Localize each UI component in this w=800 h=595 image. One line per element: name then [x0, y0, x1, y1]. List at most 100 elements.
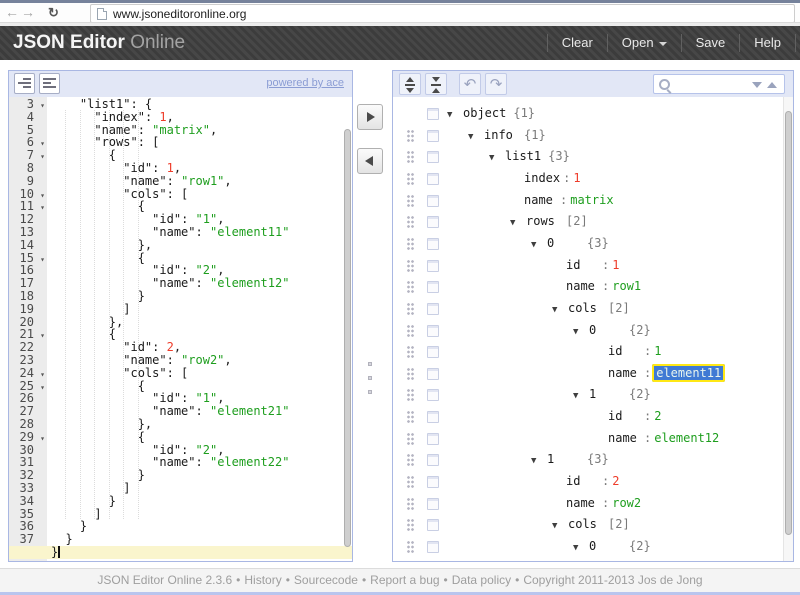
drag-handle-icon[interactable]: [407, 216, 415, 228]
drag-handle-icon[interactable]: [407, 411, 415, 423]
node-action-checkbox[interactable]: [427, 498, 439, 510]
drag-handle-icon[interactable]: [407, 303, 415, 315]
powered-by-ace-link[interactable]: powered by ace: [266, 77, 344, 89]
node-action-checkbox[interactable]: [427, 238, 439, 250]
node-action-checkbox[interactable]: [427, 325, 439, 337]
node-field[interactable]: index: [524, 170, 560, 186]
drag-handle-icon[interactable]: [407, 541, 415, 553]
node-field[interactable]: 1: [589, 386, 622, 402]
tree-scrollbar[interactable]: [785, 111, 792, 535]
forward-icon[interactable]: →: [21, 3, 35, 22]
clear-button[interactable]: Clear: [547, 34, 607, 52]
collapse-triangle-icon[interactable]: ▼: [531, 453, 547, 469]
node-field[interactable]: 0: [589, 322, 622, 338]
node-action-checkbox[interactable]: [427, 303, 439, 315]
node-field[interactable]: rows: [526, 213, 559, 229]
node-action-checkbox[interactable]: [427, 151, 439, 163]
node-action-checkbox[interactable]: [427, 389, 439, 401]
node-field[interactable]: name: [566, 495, 599, 511]
node-value[interactable]: 1: [612, 258, 619, 272]
collapse-triangle-icon[interactable]: ▼: [573, 540, 589, 556]
node-action-checkbox[interactable]: [427, 260, 439, 272]
node-action-checkbox[interactable]: [427, 519, 439, 531]
node-action-checkbox[interactable]: [427, 433, 439, 445]
copy-to-right-button[interactable]: [357, 104, 383, 130]
node-action-checkbox[interactable]: [427, 411, 439, 423]
node-field[interactable]: list1: [505, 148, 541, 164]
drag-handle-icon[interactable]: [407, 498, 415, 510]
help-button[interactable]: Help: [739, 34, 796, 52]
collapse-triangle-icon[interactable]: ▼: [531, 237, 547, 253]
node-action-checkbox[interactable]: [427, 216, 439, 228]
node-value[interactable]: 1: [573, 171, 580, 185]
node-action-checkbox[interactable]: [427, 368, 439, 380]
back-icon[interactable]: ←: [5, 3, 19, 22]
editor-scrollbar[interactable]: [344, 129, 351, 547]
footer-link[interactable]: History: [244, 573, 281, 587]
node-field[interactable]: id: [566, 257, 599, 273]
drag-handle-icon[interactable]: [407, 238, 415, 250]
node-field[interactable]: info: [484, 127, 517, 143]
node-value[interactable]: 1: [654, 344, 661, 358]
drag-handle-icon[interactable]: [407, 151, 415, 163]
collapse-triangle-icon[interactable]: ▼: [468, 129, 484, 145]
node-value[interactable]: matrix: [570, 193, 613, 207]
node-field[interactable]: id: [608, 408, 641, 424]
node-field[interactable]: 1: [547, 451, 580, 467]
drag-handle-icon[interactable]: [407, 195, 415, 207]
node-value[interactable]: row2: [612, 496, 641, 510]
drag-handle-icon[interactable]: [407, 476, 415, 488]
search-input[interactable]: [674, 76, 763, 94]
drag-handle-icon[interactable]: [407, 325, 415, 337]
collapse-triangle-icon[interactable]: ▼: [573, 324, 589, 340]
format-button[interactable]: [14, 73, 35, 94]
collapse-triangle-icon[interactable]: ▼: [573, 388, 589, 404]
copy-to-left-button[interactable]: [357, 148, 383, 174]
node-field[interactable]: object: [463, 105, 506, 121]
node-field[interactable]: name: [566, 278, 599, 294]
footer-link[interactable]: Sourcecode: [294, 573, 358, 587]
reload-icon[interactable]: ↻: [48, 3, 59, 22]
node-action-checkbox[interactable]: [427, 195, 439, 207]
collapse-triangle-icon[interactable]: ▼: [510, 215, 526, 231]
drag-handle-icon[interactable]: [407, 433, 415, 445]
redo-button[interactable]: ↷: [485, 73, 507, 95]
search-next-icon[interactable]: [752, 82, 762, 88]
drag-handle-icon[interactable]: [407, 346, 415, 358]
collapse-triangle-icon[interactable]: ▼: [552, 518, 568, 534]
compact-button[interactable]: [39, 73, 60, 94]
drag-handle-icon[interactable]: [407, 454, 415, 466]
node-field[interactable]: cols: [568, 300, 601, 316]
drag-handle-icon[interactable]: [407, 173, 415, 185]
drag-handle-icon[interactable]: [407, 519, 415, 531]
node-field[interactable]: id: [566, 473, 599, 489]
ace-editor[interactable]: 3▾456▾7▾8910▾11▾12131415▾161718192021▾22…: [9, 97, 352, 561]
node-action-checkbox[interactable]: [427, 454, 439, 466]
undo-button[interactable]: ↶: [459, 73, 481, 95]
node-value[interactable]: 2: [612, 474, 619, 488]
collapse-triangle-icon[interactable]: ▼: [552, 302, 568, 318]
drag-handle-icon[interactable]: [407, 281, 415, 293]
address-bar[interactable]: www.jsoneditoronline.org: [90, 4, 795, 23]
node-field[interactable]: name: [608, 365, 641, 381]
drag-handle-icon[interactable]: [407, 368, 415, 380]
node-value[interactable]: row1: [612, 279, 641, 293]
node-action-checkbox[interactable]: [427, 108, 439, 120]
node-field[interactable]: 0: [589, 538, 622, 554]
node-value[interactable]: 2: [654, 409, 661, 423]
expand-all-button[interactable]: [399, 73, 421, 95]
node-action-checkbox[interactable]: [427, 346, 439, 358]
drag-handle-icon[interactable]: [407, 389, 415, 401]
node-action-checkbox[interactable]: [427, 281, 439, 293]
node-field[interactable]: cols: [568, 516, 601, 532]
footer-link[interactable]: Report a bug: [370, 573, 439, 587]
node-value-highlighted[interactable]: element11: [652, 364, 725, 382]
node-field[interactable]: name: [608, 430, 641, 446]
node-action-checkbox[interactable]: [427, 476, 439, 488]
footer-link[interactable]: Data policy: [452, 573, 511, 587]
open-button[interactable]: Open: [607, 34, 681, 52]
collapse-triangle-icon[interactable]: ▼: [489, 150, 505, 166]
node-action-checkbox[interactable]: [427, 130, 439, 142]
node-field[interactable]: name: [524, 192, 557, 208]
node-value[interactable]: element12: [654, 431, 719, 445]
